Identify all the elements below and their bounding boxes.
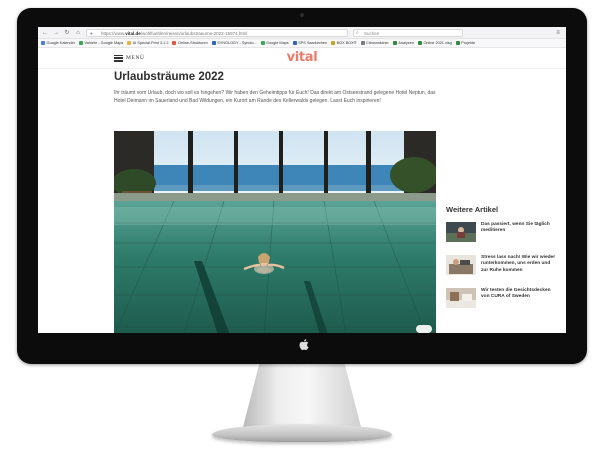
url-prefix: https://www.	[101, 30, 126, 36]
bookmark-label: Analysen	[398, 41, 414, 45]
share-badge-icon[interactable]	[416, 325, 432, 333]
search-icon: ⌕	[356, 29, 359, 36]
hero-image	[114, 131, 436, 333]
teaser-item[interactable]: Wir testen die Gesichtsdecken von CURA o…	[446, 288, 558, 308]
search-placeholder: Suchen	[364, 30, 380, 36]
bookmark-favicon-icon	[455, 41, 460, 45]
bookmark-item[interactable]: SPS Saarkirchen	[292, 41, 328, 45]
reload-icon[interactable]: ↻	[64, 30, 70, 36]
stage: ← → ↻ ⌂ ● https://www.vital.de/wohlfuehl…	[0, 0, 604, 452]
browser-screen: ← → ↻ ⌂ ● https://www.vital.de/wohlfuehl…	[38, 27, 566, 333]
bookmark-item[interactable]: Online-Strukturen	[172, 41, 208, 45]
bookmark-favicon-icon	[392, 41, 397, 45]
forward-arrow-icon[interactable]: →	[53, 30, 59, 36]
menu-label: MENÜ	[126, 55, 145, 61]
bookmark-label: Online 2021.xlsg	[423, 41, 452, 45]
article: Urlaubsträume 2022 Ihr träumt vom Urlaub…	[114, 71, 438, 105]
apple-logo-icon	[297, 338, 309, 352]
bookmark-item[interactable]: Online 2021.xlsg	[417, 41, 452, 45]
url-path: /wohlfuehlen/reisen/urlaubstraeume-2022-…	[140, 30, 248, 36]
bookmark-label: Google Maps	[266, 41, 289, 45]
bookmark-item[interactable]: Projekte	[455, 41, 476, 45]
back-arrow-icon[interactable]: ←	[42, 30, 48, 36]
bookmark-favicon-icon	[260, 41, 265, 45]
bookmark-label: SPS Saarkirchen	[298, 41, 328, 45]
bookmark-favicon-icon	[211, 41, 216, 45]
bookmarks-bar: Google Kalender Vahlehr - Google Maps AI S…	[38, 39, 566, 48]
bookmark-label: SYNOLOGY - Synolo...	[217, 41, 257, 45]
bookmark-favicon-icon	[331, 41, 336, 45]
lock-icon: ●	[90, 30, 93, 36]
search-input[interactable]: ⌕ Suchen	[353, 28, 463, 37]
teaser-title: Das passiert, wenn Sie täglich meditiere…	[481, 222, 550, 234]
teaser-thumbnail	[446, 255, 476, 275]
bookmark-item[interactable]: Citrusmädner	[360, 41, 389, 45]
bookmark-favicon-icon	[417, 41, 422, 45]
menu-button[interactable]: MENÜ	[114, 54, 145, 62]
article-intro: Ihr träumt vom Urlaub, doch wo soll es h…	[114, 90, 436, 104]
url-bar[interactable]: ● https://www.vital.de/wohlfuehlen/reise…	[86, 28, 348, 37]
bookmark-label: AI Special-Print 3.1.2	[132, 41, 169, 45]
camera-icon	[300, 13, 304, 17]
bookmark-item[interactable]: Google Kalender	[41, 41, 75, 45]
site-header: MENÜ vital	[38, 48, 566, 69]
bookmark-item[interactable]: Google Maps	[260, 41, 289, 45]
bookmark-label: Online-Strukturen	[177, 41, 208, 45]
teaser-thumbnail	[446, 288, 476, 308]
bookmark-favicon-icon	[360, 41, 365, 45]
bookmark-favicon-icon	[127, 41, 132, 45]
bookmark-label: Citrusmädner	[366, 41, 389, 45]
teaser-item[interactable]: Stress lass nach! Wie wir wieder runterk…	[446, 255, 558, 275]
bookmark-favicon-icon	[79, 41, 83, 45]
bookmark-item[interactable]: AI Special-Print 3.1.2	[127, 41, 168, 45]
browser-toolbar: ← → ↻ ⌂ ● https://www.vital.de/wohlfuehl…	[38, 27, 566, 39]
bookmark-item[interactable]: SYNOLOGY - Synolo...	[211, 41, 257, 45]
teaser-thumbnail	[446, 222, 476, 242]
monitor-stand-base	[212, 424, 392, 442]
monitor-stand-neck	[243, 363, 361, 427]
browser-menu-icon[interactable]: ≡	[554, 30, 562, 36]
bookmark-item[interactable]: BOX BOX®	[331, 41, 357, 45]
home-icon[interactable]: ⌂	[75, 30, 81, 36]
bookmark-favicon-icon	[292, 41, 297, 45]
bookmark-favicon-icon	[41, 41, 45, 45]
bookmark-label: Vahlehr - Google Maps	[84, 41, 124, 45]
bookmark-item[interactable]: Analysen	[392, 41, 414, 45]
bookmark-item[interactable]: Vahlehr - Google Maps	[79, 41, 123, 45]
sidebar-more-articles: Weitere Artikel Das passiert, wenn Sie t…	[446, 205, 558, 321]
site-logo[interactable]: vital	[287, 50, 318, 65]
bookmark-favicon-icon	[172, 41, 177, 45]
bookmark-label: Projekte	[461, 41, 476, 45]
teaser-title: Stress lass nach! Wie wir wieder runterk…	[481, 255, 556, 273]
teaser-title: Wir testen die Gesichtsdecken von CURA o…	[481, 288, 551, 300]
hamburger-icon	[114, 54, 123, 62]
bookmark-label: Google Kalender	[46, 41, 76, 45]
url-domain: vital.de	[125, 30, 141, 36]
sidebar-title: Weitere Artikel	[446, 205, 499, 214]
bookmark-label: BOX BOX®	[336, 41, 357, 45]
teaser-item[interactable]: Das passiert, wenn Sie täglich meditiere…	[446, 222, 558, 242]
article-headline: Urlaubsträume 2022	[114, 71, 224, 83]
